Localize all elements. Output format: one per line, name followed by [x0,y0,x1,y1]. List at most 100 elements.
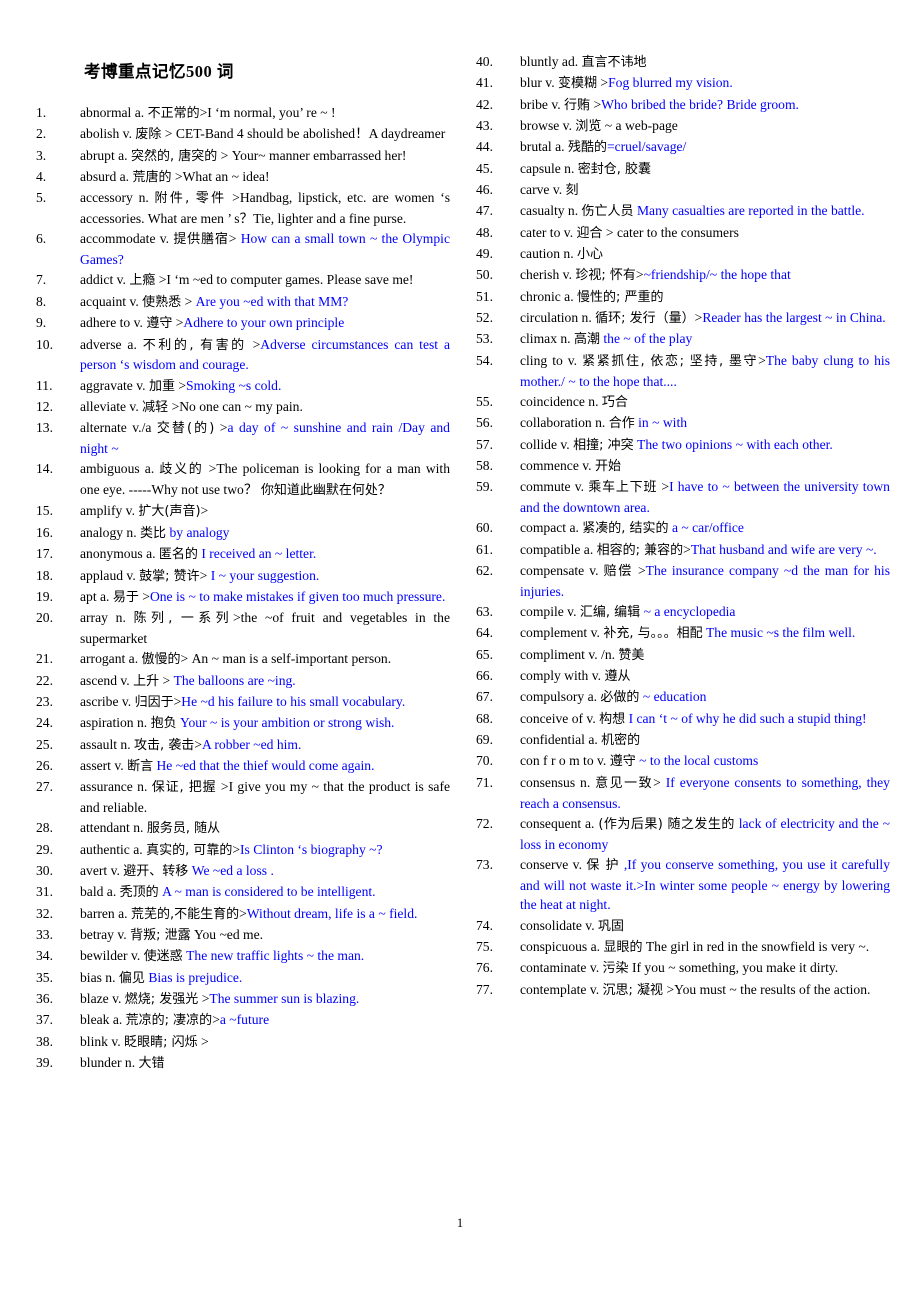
headword-text: collide v. [520,436,574,452]
headword-text: barren a. [80,905,131,921]
headword-text: aggravate v. [80,377,149,393]
example-sentence: Is Clinton ‘s biography ~? [240,841,383,857]
headword-text: assault n. [80,736,134,752]
example-sentence: One is ~ to make mistakes if given too m… [149,588,446,604]
vocab-entry: 33. betray v. 背叛; 泄露 You ~ed me. [30,925,450,946]
headword-text: conceive of v. [520,710,600,726]
entry-text: assault n. 攻击, 袭击>A robber ~ed him. [80,736,301,753]
headword-text: > [214,420,228,436]
entry-number: 63. [476,604,493,620]
chinese-gloss: 构想 [599,711,626,727]
headword-text: > [212,1012,220,1028]
headword-text: bewilder v. [80,948,144,964]
headword-text: complement v. [520,625,604,641]
entry-number: 4. [36,169,47,185]
entry-text: conspicuous a. 显眼的 The girl in red in th… [520,939,869,955]
entry-text: casualty n. 伤亡人员 Many casualties are rep… [520,203,865,219]
headword-text: blaze v. [80,991,125,1007]
entry-number: 64. [476,625,493,641]
vocab-entry: 7. addict v. 上瘾 >I ‘m ~ed to computer gam… [30,270,450,291]
vocab-entry: 77. contemplate v. 沉思; 凝视 >You must ~ the… [470,980,890,1001]
vocab-entry: 57. collide v. 相撞; 冲突 The two opinions ~ … [470,435,890,456]
headword-text: > [197,1033,209,1049]
vocab-entry: 43. browse v. 浏览 ~ a web-page [470,116,890,137]
chinese-gloss: 开始 [594,458,621,474]
entry-number: 16. [36,524,53,540]
entry-text: conserve v. 保 护 ,If you conserve somethi… [520,857,890,913]
headword-text: > [653,774,666,790]
vocab-entry: 49. caution n. 小心 [470,244,890,265]
vocab-entry: 56. collaboration n. 合作 in ~ with [470,413,890,434]
entry-text: cater to v. 迎合 > cater to the consumers [520,224,739,241]
chinese-gloss: 相容的; 兼容的 [596,542,684,558]
entry-number: 37. [36,1012,53,1028]
vocab-entry: 37. bleak a. 荒凉的; 凄凉的>a ~future [30,1010,450,1031]
example-sentence: ~ a encyclopedia [643,604,736,620]
headword-text: > [181,293,196,309]
headword-text: browse v. [520,118,576,134]
entry-text: complement v. 补充, 与。。。相配 The music ~s th… [520,625,856,641]
entry-text: circulation n. 循环; 发行（量）>Reader has the … [520,310,886,327]
entry-number: 73. [476,856,493,872]
entry-number: 58. [476,457,493,473]
entry-text: abnormal a. 不正常的>I ‘m normal, you’ re ~ … [80,105,336,121]
chinese-gloss: 不正常的 [147,106,200,121]
headword-text: assurance n. [80,779,152,795]
entry-number: 43. [476,118,493,134]
example-sentence: The new traffic lights ~ the man. [186,948,365,964]
entry-number: 11. [36,377,53,393]
entry-text: bribe v. 行贿 >Who bribed the bride? Bride… [520,97,799,113]
entry-number: 46. [476,182,493,198]
entry-text: barren a. 荒芜的,不能生育的>Without dream, life … [80,905,417,922]
example-sentence: Bias is prejudice. [148,969,243,985]
headword-text: commute v. [520,479,589,495]
entry-number: 38. [36,1033,53,1049]
headword-text: > [199,567,211,583]
headword-text: alleviate v. [80,398,143,414]
chinese-gloss: 小心 [577,247,604,263]
entry-number: 34. [36,948,53,964]
entry-text: apt a. 易于 >One is ~ to make mistakes if … [80,588,446,605]
vocab-entry: 66. comply with v. 遵从 [470,666,890,687]
vocab-entry: 75. conspicuous a. 显眼的 The girl in red in… [470,937,890,958]
document-page: 考博重点记忆500 词 1. abnormal a. 不正常的>I ‘m norm… [0,0,920,1302]
headword-text: > [632,562,646,578]
example-sentence: The music ~s the film well. [705,625,856,641]
vocab-entry: 60. compact a. 紧凑的, 结实的 a ~ car/office [470,518,890,539]
example-sentence: Fog blurred my vision. [608,75,733,91]
chinese-gloss: 遵守 [609,754,636,770]
entry-text: chronic a. 慢性的; 严重的 [520,289,664,305]
chinese-gloss: 高潮 [573,332,600,348]
headword-text: ~ a web-page [601,118,678,134]
chinese-gloss: 匿名的 [158,547,198,563]
chinese-gloss: 机密的 [601,733,641,749]
chinese-gloss: 必做的 [600,690,640,706]
entry-text: alternate v./a 交替(的) >a day of ~ sunshin… [80,420,450,456]
headword-text: apt a. [80,588,113,604]
entry-number: 36. [36,991,53,1007]
chinese-gloss: 荒凉的; 凄凉的 [125,1013,213,1029]
headword-text: alternate v./a [80,420,157,436]
headword-text: confidential a. [520,732,602,748]
entry-text: applaud v. 鼓掌; 赞许> I ~ your suggestion. [80,567,319,584]
entry-number: 62. [476,562,493,578]
chinese-gloss: 断言 [127,758,154,774]
entry-number: 7. [36,272,47,288]
vocab-list-right: 40. bluntly ad. 直言不讳地 41. blur v. 变模糊 >Fog … [470,52,890,1000]
vocab-entry: 67. compulsory a. 必做的 ~ education [470,687,890,708]
headword-text: contaminate v. [520,960,603,976]
headword-text: betray v. [80,927,131,943]
entry-text: acquaint v. 使熟悉 > Are you ~ed with that … [80,293,348,310]
entry-number: 21. [36,651,53,667]
entry-text: bewilder v. 使迷惑 The new traffic lights ~… [80,948,365,964]
chinese-gloss: 上瘾 [129,273,156,289]
headword-text: > [172,315,184,331]
headword-text: > cater to the consumers [602,224,739,240]
chinese-gloss: 歧义的 [159,462,204,478]
chinese-gloss: 减轻 [142,399,169,415]
vocab-entry: 36. blaze v. 燃烧; 发强光 >The summer sun is b… [30,989,450,1010]
chinese-gloss: 循环; 发行（量） [595,311,695,327]
vocab-entry: 51. chronic a. 慢性的; 严重的 [470,287,890,308]
chinese-gloss: 燃烧; 发强光 [124,992,199,1008]
vocab-entry: 52. circulation n. 循环; 发行（量）>Reader has t… [470,308,890,329]
